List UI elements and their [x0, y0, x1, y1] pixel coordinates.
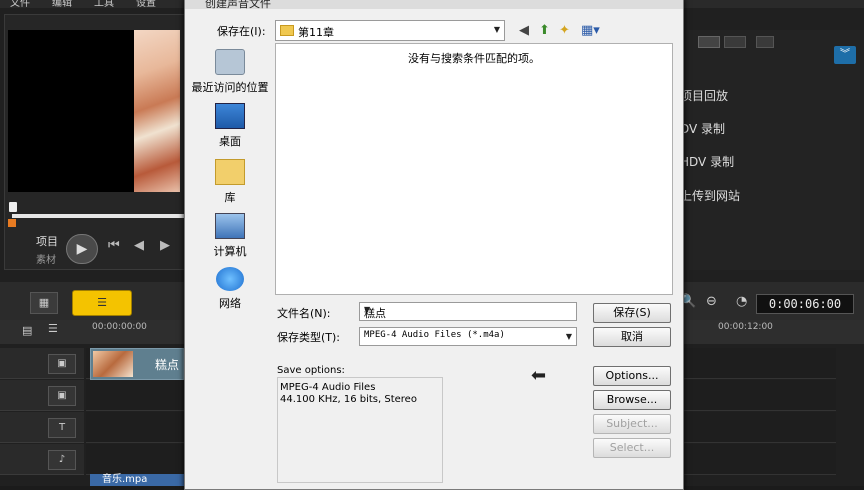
cancel-button[interactable]: 取消: [593, 327, 671, 347]
video-track-header: ▣: [0, 348, 84, 379]
share-item-hdv-record[interactable]: HDV 录制: [680, 153, 734, 170]
save-options-box: MPEG-4 Audio Files 44.100 KHz, 16 bits, …: [277, 377, 443, 483]
network-icon: [216, 267, 244, 291]
track-manager: ▤ ☰: [0, 320, 86, 344]
scrub-handle[interactable]: [9, 202, 17, 212]
double-chevron-down-icon: ︾: [840, 49, 850, 60]
preview-video: [8, 30, 180, 192]
video-clip-label: 糕点: [155, 358, 180, 372]
menu-edit[interactable]: 编辑: [52, 0, 72, 8]
share-item-project-playback[interactable]: 项目回放: [680, 87, 728, 104]
place-computer-label: 计算机: [213, 245, 247, 258]
place-network-label: 网络: [219, 297, 241, 310]
filename-input[interactable]: 糕点 ▼: [359, 302, 577, 321]
ruler-label-12s: 00:00:12:00: [718, 322, 773, 332]
menu-file[interactable]: 文件: [10, 0, 30, 8]
chevron-down-icon: ▼: [364, 305, 371, 314]
place-desktop[interactable]: 桌面: [189, 103, 271, 149]
expand-button[interactable]: ︾: [834, 46, 856, 64]
previous-frame-icon[interactable]: ◀: [134, 238, 144, 253]
overlay-track-icon[interactable]: ▣: [48, 386, 76, 406]
scrub-bar[interactable]: [12, 214, 188, 218]
back-icon[interactable]: ◀: [519, 23, 529, 38]
add-track-icon[interactable]: ☰: [48, 322, 58, 335]
save-options-label: Save options:: [277, 365, 345, 376]
filename-label: 文件名(N):: [277, 307, 331, 320]
options-button[interactable]: Options...: [593, 366, 671, 386]
subject-button[interactable]: Subject...: [593, 414, 671, 434]
next-frame-icon[interactable]: ▶: [160, 238, 170, 253]
chevron-down-icon: ▼: [493, 25, 500, 34]
place-network[interactable]: 网络: [189, 267, 271, 311]
file-list[interactable]: 没有与搜索条件匹配的项。: [275, 43, 673, 295]
browse-button[interactable]: Browse...: [593, 390, 671, 410]
place-libraries[interactable]: 库: [189, 159, 271, 205]
create-sound-file-dialog: 创建声音文件 保存在(I): 第11章 ▼ ◀ ⬆ ✦ ▦▾ 最近访问的位置 桌…: [184, 0, 684, 490]
save-in-combo[interactable]: 第11章 ▼: [275, 20, 505, 41]
filetype-select[interactable]: MPEG-4 Audio Files (*.m4a) ▼: [359, 327, 577, 346]
desktop-icon: [215, 103, 245, 129]
mode-project[interactable]: 项目: [36, 233, 58, 249]
save-button[interactable]: 保存(S): [593, 303, 671, 323]
play-icon: ▶: [76, 241, 88, 257]
place-recent[interactable]: 最近访问的位置: [189, 49, 271, 95]
text-view-icon[interactable]: [756, 36, 774, 48]
clip-thumbnail: [93, 351, 133, 377]
share-item-dv-record[interactable]: DV 录制: [680, 120, 725, 137]
up-folder-icon[interactable]: ⬆: [539, 23, 550, 38]
menu-tools[interactable]: 工具: [94, 0, 114, 8]
folder-icon: [280, 25, 294, 36]
place-recent-label: 最近访问的位置: [191, 81, 269, 94]
dialog-title: 创建声音文件: [205, 0, 271, 9]
share-item-upload-web[interactable]: 上传到网站: [680, 187, 740, 204]
audio-clip[interactable]: 音乐.mpa: [90, 474, 194, 486]
timeline-view-button[interactable]: ☰: [72, 290, 132, 316]
chevron-down-icon: ▼: [565, 332, 572, 341]
project-duration-timecode[interactable]: 0:00:06:00: [756, 294, 854, 314]
view-menu-icon[interactable]: ▦▾: [581, 23, 600, 38]
voice-track-header: ♪: [0, 444, 84, 475]
empty-message: 没有与搜索条件匹配的项。: [408, 52, 540, 65]
place-computer[interactable]: 计算机: [189, 213, 271, 259]
save-in-label: 保存在(I):: [217, 25, 266, 38]
storyboard-view-icon[interactable]: ▦: [30, 292, 58, 314]
save-options-format: MPEG-4 Audio Files: [280, 382, 376, 393]
computer-icon: [215, 213, 245, 239]
mouse-cursor-icon: ⬅: [531, 365, 547, 386]
menu-settings[interactable]: 设置: [136, 0, 156, 8]
mode-clip[interactable]: 素材: [36, 251, 56, 266]
trim-marker[interactable]: [8, 219, 16, 227]
save-in-value: 第11章: [298, 26, 334, 39]
share-panel: [680, 30, 864, 270]
place-libraries-label: 库: [224, 191, 236, 204]
clock-icon[interactable]: ◔: [736, 294, 747, 309]
voice-track-icon[interactable]: ♪: [48, 450, 76, 470]
overlay-track-header: ▣: [0, 380, 84, 411]
dialog-title-bar[interactable]: 创建声音文件: [185, 0, 683, 9]
play-button[interactable]: ▶: [66, 234, 98, 264]
go-start-icon[interactable]: ⏮: [108, 238, 120, 253]
new-folder-icon[interactable]: ✦: [559, 23, 570, 38]
video-track-icon[interactable]: ▣: [48, 354, 76, 374]
track-manager-icon[interactable]: ▤: [22, 324, 32, 337]
video-frame: [134, 30, 180, 192]
recent-places-icon: [215, 49, 245, 75]
timeline-icon: ☰: [97, 296, 107, 309]
title-track-header: T: [0, 412, 84, 443]
fit-project-icon[interactable]: ⊖: [706, 294, 717, 309]
filetype-value: MPEG-4 Audio Files (*.m4a): [364, 330, 505, 340]
save-options-quality: 44.100 KHz, 16 bits, Stereo: [280, 394, 417, 405]
ruler-label-start: 00:00:00:00: [92, 322, 147, 332]
title-track-icon[interactable]: T: [48, 418, 76, 438]
places-bar: 最近访问的位置 桌面 库 计算机 网络: [189, 45, 271, 315]
grid-view-icon[interactable]: [724, 36, 746, 48]
share-panel-tabs: [690, 36, 830, 48]
video-clip[interactable]: 糕点: [90, 348, 184, 380]
list-view-icon[interactable]: [698, 36, 720, 48]
select-button[interactable]: Select...: [593, 438, 671, 458]
filetype-label: 保存类型(T):: [277, 331, 341, 344]
libraries-icon: [215, 159, 245, 185]
place-desktop-label: 桌面: [219, 135, 241, 148]
